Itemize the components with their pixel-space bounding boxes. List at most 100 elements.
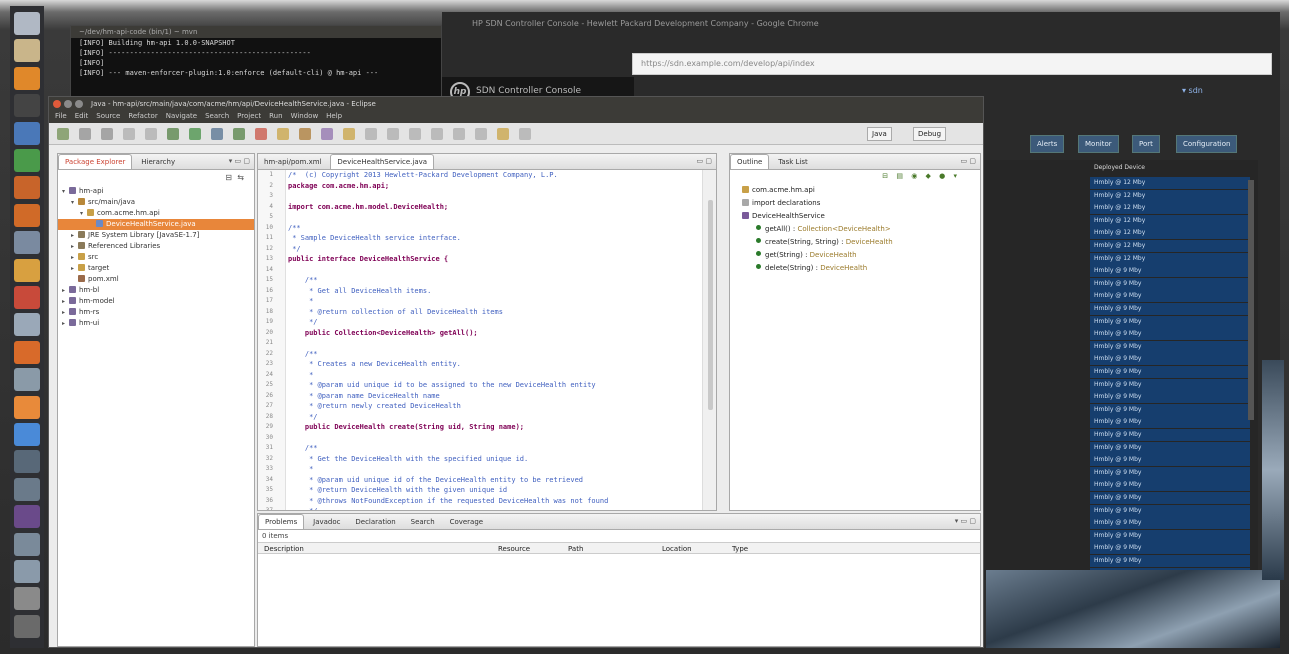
tab-outline[interactable]: Outline <box>730 154 770 169</box>
editor-view-buttons[interactable]: ▭ ▢ <box>697 157 712 165</box>
dash-icon[interactable] <box>14 12 40 35</box>
collapsed-arrow-icon[interactable]: ▸ <box>71 241 78 252</box>
list-item[interactable]: Hmbly @ 9 Mby <box>1090 353 1250 366</box>
list-item[interactable]: Hmbly @ 12 Mby <box>1090 240 1250 252</box>
col-path[interactable]: Path <box>568 545 583 553</box>
minimize-window-button[interactable] <box>64 100 72 108</box>
menu-run[interactable]: Run <box>269 112 282 120</box>
collapsed-arrow-icon[interactable]: ▸ <box>71 263 78 274</box>
chat-icon[interactable] <box>14 258 40 282</box>
expanded-arrow-icon[interactable]: ▾ <box>62 186 69 197</box>
toolbar-icon[interactable] <box>189 128 201 140</box>
tree-item[interactable]: ▸ src <box>58 252 254 263</box>
toolbar-icon[interactable] <box>255 128 267 140</box>
list-item[interactable]: Hmbly @ 9 Mby <box>1090 340 1250 353</box>
toolbar-icon[interactable] <box>365 128 377 140</box>
list-item[interactable]: Hmbly @ 9 Mby <box>1090 542 1250 555</box>
network-icon[interactable] <box>14 560 40 583</box>
monitor-icon[interactable] <box>14 477 40 501</box>
toolbar-icon[interactable] <box>101 128 113 140</box>
list-item[interactable]: Hmbly @ 12 Mby <box>1090 202 1250 215</box>
list-item[interactable]: Hmbly @ 9 Mby <box>1090 504 1250 517</box>
outline-item[interactable]: DeviceHealthService <box>730 210 980 223</box>
tab-alerts[interactable]: Alerts <box>1030 135 1065 153</box>
list-item[interactable]: Hmbly @ 12 Mby <box>1090 252 1250 265</box>
outline-view-buttons[interactable]: ▭ ▢ <box>961 157 976 165</box>
list-item[interactable]: Hmbly @ 9 Mby <box>1090 391 1250 404</box>
browser-icon[interactable] <box>14 340 40 364</box>
toolbar-icon[interactable] <box>431 128 443 140</box>
tab-devicehealthservice-java[interactable]: DeviceHealthService.java <box>330 154 435 169</box>
expanded-arrow-icon[interactable]: ▾ <box>80 208 87 219</box>
tab-task-list[interactable]: Task List <box>772 155 814 170</box>
editor-scrollbar[interactable] <box>702 170 716 510</box>
toolbar-icon[interactable] <box>475 128 487 140</box>
list-item[interactable]: Hmbly @ 12 Mby <box>1090 177 1250 189</box>
workspace-icon[interactable] <box>14 450 40 474</box>
tree-item[interactable]: ▸ target <box>58 263 254 274</box>
collapsed-arrow-icon[interactable]: ▸ <box>62 285 69 296</box>
menu-source[interactable]: Source <box>96 112 120 120</box>
list-item[interactable]: Hmbly @ 9 Mby <box>1090 378 1250 391</box>
menu-help[interactable]: Help <box>326 112 342 120</box>
tree-item[interactable]: ▸ hm-model <box>58 296 254 307</box>
toolbar-icon[interactable] <box>167 128 179 140</box>
software-center-icon[interactable] <box>14 203 40 227</box>
collapsed-arrow-icon[interactable]: ▸ <box>71 252 78 263</box>
perspective-java[interactable]: Java <box>867 127 892 141</box>
toolbar-icon[interactable] <box>453 128 465 140</box>
tab-javadoc[interactable]: Javadoc <box>307 515 346 530</box>
list-item[interactable]: Hmbly @ 9 Mby <box>1090 303 1250 315</box>
outline-item[interactable]: delete(String) : DeviceHealth <box>730 262 980 275</box>
tab-declaration[interactable]: Declaration <box>349 515 401 530</box>
toolbar-icon[interactable] <box>123 128 135 140</box>
collapsed-arrow-icon[interactable]: ▸ <box>62 318 69 329</box>
list-item[interactable]: Hmbly @ 12 Mby <box>1090 227 1250 240</box>
user-menu[interactable]: ▾ sdn <box>1182 86 1203 95</box>
list-item[interactable]: Hmbly @ 12 Mby <box>1090 214 1250 227</box>
tree-item[interactable]: ▸ JRE System Library [JavaSE-1.7] <box>58 230 254 241</box>
terminal-window[interactable]: ~/dev/hm-api-code (bin/1) ~ mvn [INFO] B… <box>70 25 442 97</box>
outline-item[interactable]: com.acme.hm.api <box>730 184 980 197</box>
vm-icon[interactable] <box>14 532 40 556</box>
expanded-arrow-icon[interactable]: ▾ <box>71 197 78 208</box>
chrome-icon[interactable] <box>14 423 40 446</box>
tab-problems[interactable]: Problems <box>258 514 305 529</box>
list-item[interactable]: Hmbly @ 9 Mby <box>1090 265 1250 278</box>
tab-coverage[interactable]: Coverage <box>444 515 490 530</box>
list-item[interactable]: Hmbly @ 9 Mby <box>1090 555 1250 567</box>
tree-item[interactable]: ▾ hm-api <box>58 186 254 197</box>
disk-icon[interactable] <box>14 587 40 611</box>
outline-item[interactable]: import declarations <box>730 197 980 210</box>
scrollbar[interactable] <box>1248 180 1254 420</box>
view-menu-icon[interactable]: ▾ ▭ ▢ <box>229 157 250 165</box>
toolbar-icon[interactable] <box>387 128 399 140</box>
url-bar[interactable]: https://sdn.example.com/develop/api/inde… <box>632 53 1272 75</box>
toolbar-icon[interactable] <box>211 128 223 140</box>
toolbar-icon[interactable] <box>299 128 311 140</box>
list-item[interactable]: Hmbly @ 9 Mby <box>1090 416 1250 429</box>
link-editor-icon[interactable]: ⇆ <box>237 173 244 182</box>
firefox-icon[interactable] <box>14 66 40 90</box>
toolbar-icon[interactable] <box>519 128 531 140</box>
writer-icon[interactable] <box>14 121 40 145</box>
col-resource[interactable]: Resource <box>498 545 530 553</box>
problems-view-buttons[interactable]: ▾ ▭ ▢ <box>955 517 976 525</box>
toolbar-icon[interactable] <box>321 128 333 140</box>
menu-navigate[interactable]: Navigate <box>166 112 197 120</box>
mail-icon[interactable] <box>14 286 40 309</box>
menu-edit[interactable]: Edit <box>75 112 89 120</box>
toolbar-icon[interactable] <box>409 128 421 140</box>
menu-search[interactable]: Search <box>205 112 229 120</box>
collapse-all-icon[interactable]: ⊟ <box>225 173 232 182</box>
col-description[interactable]: Description <box>264 545 304 553</box>
tab-configuration[interactable]: Configuration <box>1176 135 1238 153</box>
documents-icon[interactable] <box>14 313 40 337</box>
tab-pom-xml[interactable]: hm-api/pom.xml <box>258 155 328 170</box>
list-item[interactable]: Hmbly @ 9 Mby <box>1090 492 1250 504</box>
toolbar-icon[interactable] <box>343 128 355 140</box>
outline-item[interactable]: get(String) : DeviceHealth <box>730 249 980 262</box>
toolbar-icon[interactable] <box>233 128 245 140</box>
outline-item[interactable]: getAll() : Collection<DeviceHealth> <box>730 223 980 236</box>
menu-refactor[interactable]: Refactor <box>128 112 157 120</box>
